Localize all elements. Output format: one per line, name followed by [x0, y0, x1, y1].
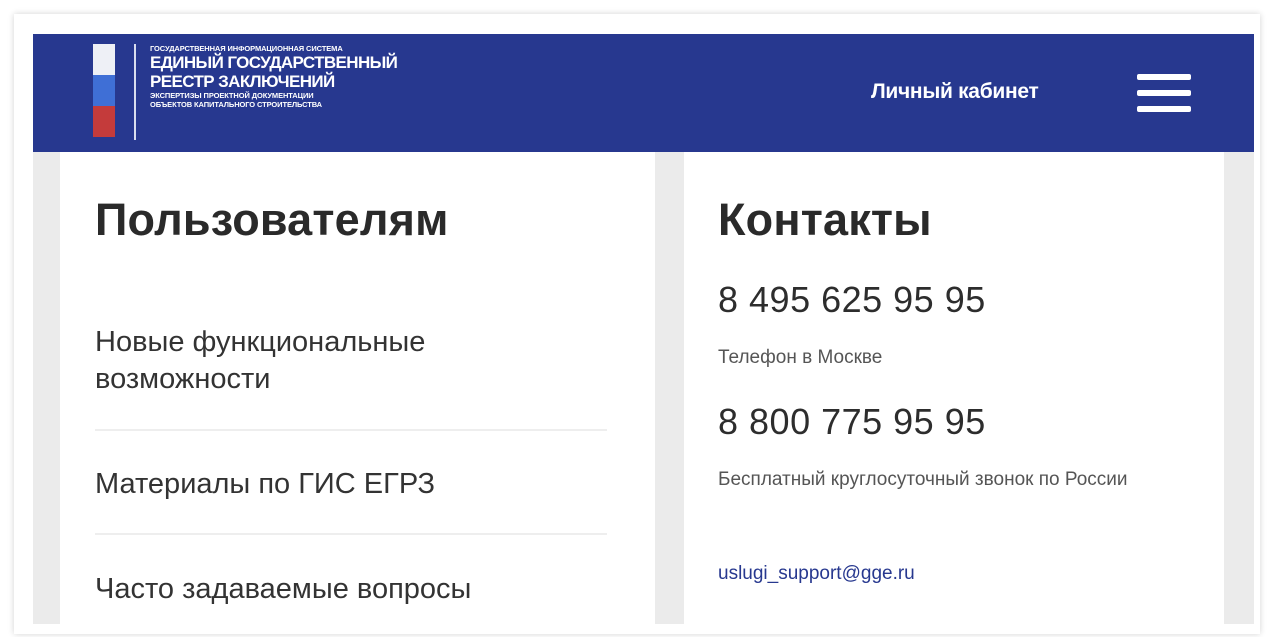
site-header: ГОСУДАРСТВЕННАЯ ИНФОРМАЦИОННАЯ СИСТЕМА Е… [33, 34, 1254, 152]
contacts-section-title: Контакты [718, 194, 932, 245]
menu-item-new-features[interactable]: Новые функциональные возможности [95, 324, 515, 398]
contacts-card: Контакты 8 495 625 95 95 Телефон в Москв… [684, 152, 1224, 624]
users-section-title: Пользователям [95, 194, 449, 245]
phone-free-caption: Бесплатный круглосуточный звонок по Росс… [718, 469, 1128, 490]
gutter-right [1224, 152, 1254, 624]
logo-line-3: ЭКСПЕРТИЗЫ ПРОЕКТНОЙ ДОКУМЕНТАЦИИ [150, 91, 314, 100]
logo-line-4: ОБЪЕКТОВ КАПИТАЛЬНОГО СТРОИТЕЛЬСТВА [150, 100, 322, 109]
menu-item-faq[interactable]: Часто задаваемые вопросы [95, 571, 595, 608]
menu-divider [95, 533, 607, 535]
phone-moscow-caption: Телефон в Москве [718, 347, 883, 368]
site-logo[interactable]: ГОСУДАРСТВЕННАЯ ИНФОРМАЦИОННАЯ СИСТЕМА Е… [150, 44, 398, 109]
menu-item-materials[interactable]: Материалы по ГИС ЕГРЗ [95, 466, 595, 503]
logo-divider [134, 44, 136, 140]
russian-flag-icon [93, 44, 115, 138]
support-email-link[interactable]: uslugi_support@gge.ru [718, 563, 915, 585]
logo-line-2: РЕЕСТР ЗАКЛЮЧЕНИЙ [150, 72, 335, 91]
hamburger-menu-icon[interactable] [1137, 74, 1191, 114]
gutter-middle [655, 152, 684, 624]
logo-line-top: ГОСУДАРСТВЕННАЯ ИНФОРМАЦИОННАЯ СИСТЕМА [150, 44, 343, 53]
phone-moscow[interactable]: 8 495 625 95 95 [718, 279, 986, 321]
logo-line-1: ЕДИНЫЙ ГОСУДАРСТВЕННЫЙ [150, 53, 398, 72]
users-card: Пользователям Новые функциональные возмо… [60, 152, 655, 624]
personal-account-link[interactable]: Личный кабинет [871, 80, 1039, 104]
phone-free[interactable]: 8 800 775 95 95 [718, 401, 986, 443]
menu-divider [95, 429, 607, 431]
gutter-left [33, 152, 60, 624]
